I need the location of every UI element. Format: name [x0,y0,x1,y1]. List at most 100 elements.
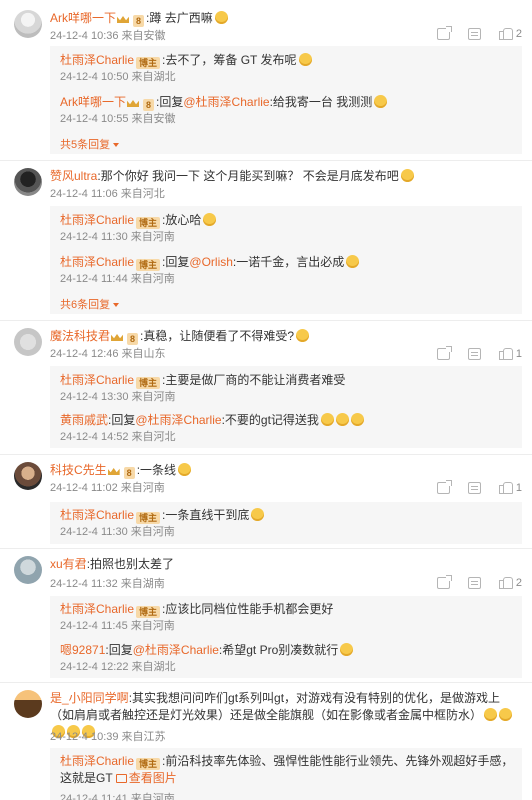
reply-box: 杜雨泽Charlie 博主:主要是做厂商的不能让消费者难受 24-12-4 13:… [50,366,522,448]
reply-body: :给我寄一台 我测测 [269,95,373,109]
username[interactable]: 赞风ultra [50,169,97,183]
author-badge: 博主 [136,259,161,271]
reply-username[interactable]: 杜雨泽Charlie [60,373,134,387]
reply-icon[interactable] [467,28,481,40]
crown-icon [126,96,140,108]
like-icon [498,348,513,360]
reply-username[interactable]: 杜雨泽Charlie [60,602,134,616]
reply-username[interactable]: 杜雨泽Charlie [60,255,134,269]
avatar[interactable] [14,556,42,584]
reply-box: 杜雨泽Charlie 博主:应该比同档位性能手机都会更好 24-12-4 11:4… [50,596,522,678]
reply-username[interactable]: 杜雨泽Charlie [60,53,134,67]
reply-box: 杜雨泽Charlie 博主:去不了，筹备 GT 发布呢 24-12-4 10:50… [50,46,522,154]
more-replies-link[interactable]: 共6条回复 [60,296,119,312]
reply-meta: 24-12-4 12:22 来自湖北 [60,661,176,673]
comment-item: xu有君:拍照也别太差了 24-12-4 11:32 来自湖南 2 杜雨泽Cha… [0,550,532,680]
divider [0,320,532,321]
crown-icon [110,330,124,342]
reply-body: :不要的gt记得送我 [221,413,319,427]
username[interactable]: 是_小阳同学啊 [50,691,129,705]
reply-body: :去不了，筹备 GT 发布呢 [162,53,297,67]
mention-link[interactable]: @杜雨泽Charlie [183,95,269,109]
comment-body: :真稳，让随便看了不得难受? [140,329,295,343]
reply-text: 杜雨泽Charlie 博主:前沿科技率先体验、强悍性能性能行业领先、先锋外观超好手… [60,753,514,786]
like-icon [498,482,513,494]
reply-icon[interactable] [467,482,481,494]
comment-body: :拍照也别太差了 [86,557,175,571]
mention-link[interactable]: @杜雨泽Charlie [133,643,219,657]
crown-icon [116,12,130,24]
like-button[interactable]: 1 [498,348,522,360]
reply-box: 杜雨泽Charlie 博主:前沿科技率先体验、强悍性能性能行业领先、先锋外观超好手… [50,748,522,800]
reply-body: :主要是做厂商的不能让消费者难受 [162,373,346,387]
reply-icon[interactable] [467,348,481,360]
fan-badge: 8 [123,467,135,479]
emoji-icon [400,169,414,182]
reply-meta: 24-12-4 10:55 来自安徽 [60,113,176,125]
reply-text: 杜雨泽Charlie 博主:一条直线干到底 [60,507,514,524]
reply-body: :应该比同档位性能手机都会更好 [162,602,334,616]
reply-text: 杜雨泽Charlie 博主:放心哈 [60,212,514,229]
reply-prefix: :回复 [156,95,184,109]
avatar[interactable] [14,462,42,490]
emoji-icon [320,413,334,426]
comment-meta: 24-12-4 10:39 来自江苏 [50,731,166,743]
divider [0,548,532,549]
view-image-label: 查看图片 [128,771,177,785]
view-image-link[interactable]: 查看图片 [115,771,177,785]
reply-username[interactable]: 嗯92871 [60,643,105,657]
like-button[interactable]: 2 [498,28,522,40]
reply-text: 嗯92871:回复@杜雨泽Charlie:希望gt Pro别凑数就行 [60,642,514,658]
comment-item: Ark咩哪一下 8:蹲 去广西嘛 24-12-4 10:36 来自安徽 2 杜雨泽… [0,0,532,160]
emoji-icon [214,11,228,24]
comment-item: 科技C先生 8:一条线 24-12-4 11:02 来自河南 1 杜雨泽Charl… [0,456,532,546]
emoji-icon [346,255,360,268]
reply-meta: 24-12-4 10:50 来自湖北 [60,71,176,83]
reply-text: Ark咩哪一下 8:回复@杜雨泽Charlie:给我寄一台 我测测 [60,94,514,111]
comment-body: :一条线 [136,463,177,477]
share-icon[interactable] [436,346,452,360]
reply-body: :一诺千金，言出必成 [232,255,345,269]
author-badge: 博主 [136,512,161,524]
share-icon[interactable] [436,26,452,40]
reply-meta: 24-12-4 11:45 来自河南 [60,620,175,632]
author-badge: 博主 [136,57,161,69]
mention-link[interactable]: @Orlish [189,255,233,269]
reply-username[interactable]: 杜雨泽Charlie [60,754,134,768]
comment-meta: 24-12-4 12:46 来自山东 [50,348,166,360]
reply-meta: 24-12-4 14:52 来自河北 [60,431,176,443]
reply-icon[interactable] [467,577,481,589]
username[interactable]: Ark咩哪一下 [50,11,116,25]
like-count: 1 [515,348,522,360]
username[interactable]: xu有君 [50,557,87,571]
reply-username[interactable]: 杜雨泽Charlie [60,508,134,522]
like-count: 1 [515,482,522,494]
author-badge: 博主 [136,606,161,618]
reply-meta: 24-12-4 11:41 来自河南 [60,793,175,800]
comment-body: :蹲 去广西嘛 [146,11,213,25]
reply-meta: 24-12-4 11:44 来自河南 [60,273,175,285]
username[interactable]: 科技C先生 [50,463,107,477]
share-icon[interactable] [436,575,452,589]
avatar[interactable] [14,328,42,356]
comment-text: 科技C先生 8:一条线 [50,462,522,479]
fan-badge: 8 [127,333,139,345]
like-button[interactable]: 1 [498,482,522,494]
share-icon[interactable] [436,480,452,494]
like-count: 2 [515,577,522,589]
emoji-icon [178,463,192,476]
more-replies-link[interactable]: 共5条回复 [60,136,119,152]
comment-text: 赞风ultra:那个你好 我问一下 这个月能买到嘛？ 不会是月底发布吧 [50,168,522,184]
avatar[interactable] [14,168,42,196]
author-badge: 博主 [136,217,161,229]
mention-link[interactable]: @杜雨泽Charlie [135,413,221,427]
avatar[interactable] [14,10,42,38]
author-badge: 博主 [136,377,161,389]
like-icon [498,28,513,40]
reply-username[interactable]: 杜雨泽Charlie [60,213,134,227]
reply-username[interactable]: Ark咩哪一下 [60,95,126,109]
reply-username[interactable]: 黄雨戚武 [60,413,108,427]
like-button[interactable]: 2 [498,577,522,589]
username[interactable]: 魔法科技君 [50,329,110,343]
avatar[interactable] [14,690,42,718]
